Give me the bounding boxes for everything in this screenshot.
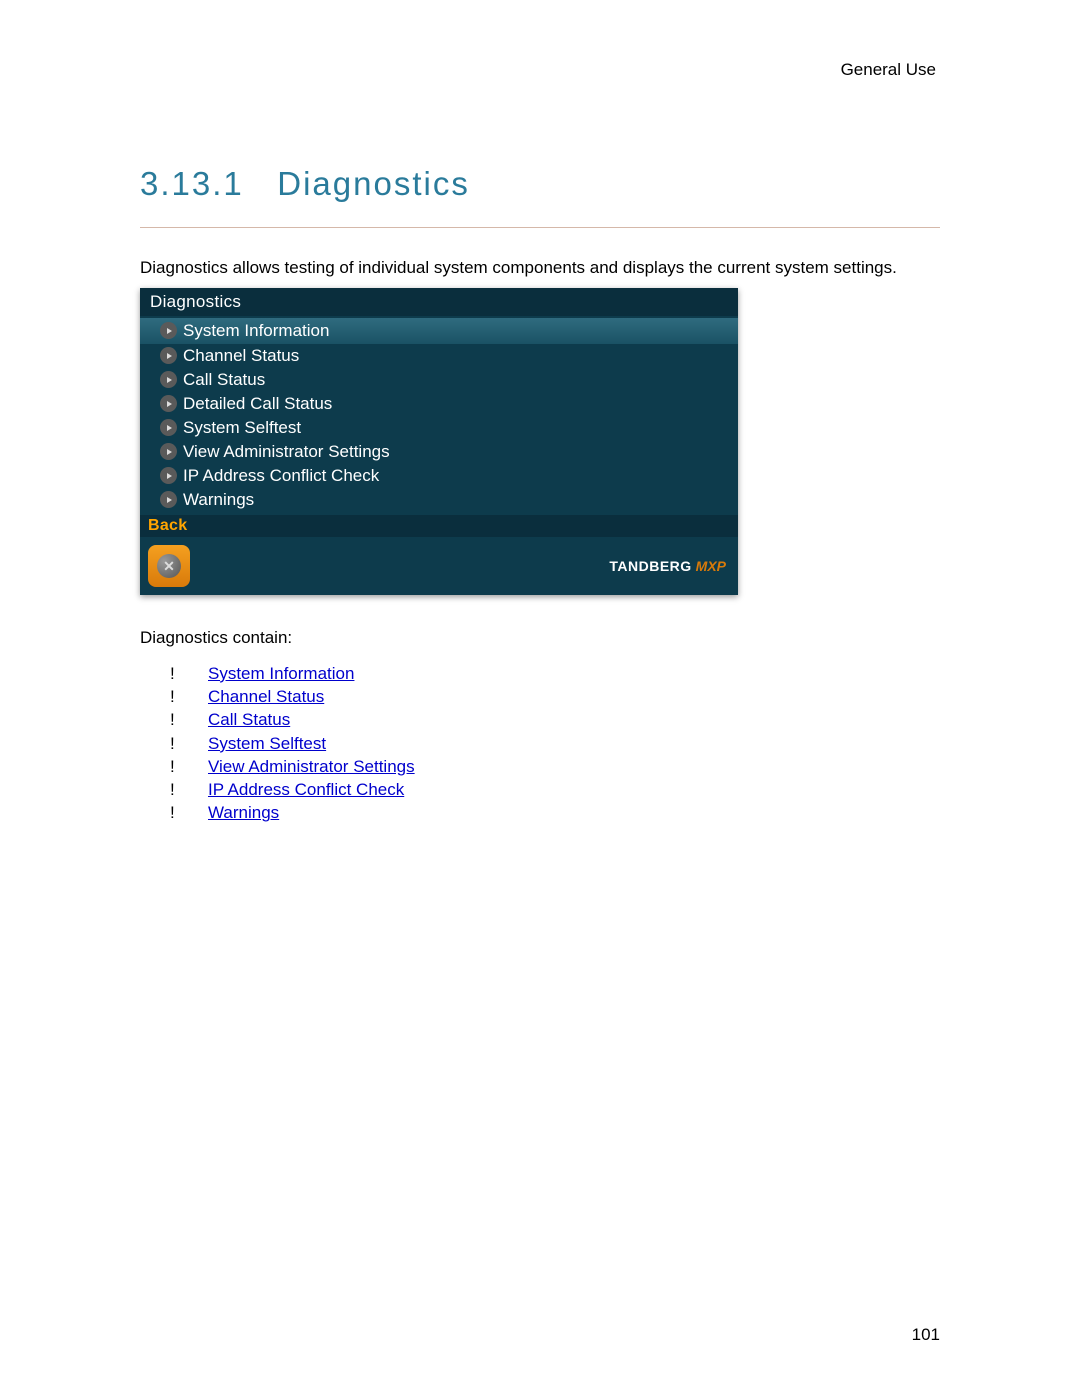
play-icon — [160, 419, 177, 436]
menu-item-call-status[interactable]: Call Status — [140, 368, 738, 392]
back-label: Back — [140, 515, 738, 537]
diagnostics-menu: System Information Channel Status Call S… — [140, 316, 738, 515]
play-icon — [160, 371, 177, 388]
list-item: ! System Selftest — [170, 732, 940, 755]
menu-item-ip-address-conflict-check[interactable]: IP Address Conflict Check — [140, 464, 738, 488]
link-warnings[interactable]: Warnings — [208, 801, 279, 824]
link-channel-status[interactable]: Channel Status — [208, 685, 324, 708]
bang-icon: ! — [170, 732, 208, 755]
list-item: ! View Administrator Settings — [170, 755, 940, 778]
link-view-administrator-settings[interactable]: View Administrator Settings — [208, 755, 415, 778]
bang-icon: ! — [170, 755, 208, 778]
link-system-selftest[interactable]: System Selftest — [208, 732, 326, 755]
bang-icon: ! — [170, 662, 208, 685]
back-button[interactable]: ✕ — [148, 545, 190, 587]
play-icon — [160, 347, 177, 364]
list-item: ! Call Status — [170, 708, 940, 731]
menu-item-label: System Selftest — [183, 418, 301, 438]
menu-item-label: System Information — [183, 321, 329, 341]
menu-item-label: IP Address Conflict Check — [183, 466, 379, 486]
list-item: ! Channel Status — [170, 685, 940, 708]
menu-item-system-information[interactable]: System Information — [140, 318, 738, 344]
menu-item-label: View Administrator Settings — [183, 442, 390, 462]
page-category: General Use — [140, 60, 940, 80]
list-item: ! IP Address Conflict Check — [170, 778, 940, 801]
diagnostics-contain-title: Diagnostics contain: — [140, 628, 940, 648]
play-icon — [160, 467, 177, 484]
logo-main-text: TANDBERG — [609, 558, 691, 574]
menu-item-warnings[interactable]: Warnings — [140, 488, 738, 512]
section-title-text: Diagnostics — [277, 165, 470, 202]
diagnostics-contain-list: ! System Information ! Channel Status ! … — [140, 662, 940, 825]
menu-item-channel-status[interactable]: Channel Status — [140, 344, 738, 368]
menu-item-system-selftest[interactable]: System Selftest — [140, 416, 738, 440]
tandberg-logo: TANDBERG MXP — [609, 558, 726, 574]
screenshot-bottom-bar: ✕ TANDBERG MXP — [140, 537, 738, 595]
section-title: 3.13.1 Diagnostics — [140, 165, 940, 203]
menu-item-label: Channel Status — [183, 346, 299, 366]
intro-paragraph: Diagnostics allows testing of individual… — [140, 256, 940, 280]
close-icon: ✕ — [157, 554, 181, 578]
play-icon — [160, 395, 177, 412]
link-call-status[interactable]: Call Status — [208, 708, 290, 731]
logo-sub-text: MXP — [696, 558, 726, 574]
play-icon — [160, 322, 177, 339]
list-item: ! System Information — [170, 662, 940, 685]
section-number: 3.13.1 — [140, 165, 244, 202]
page-number: 101 — [912, 1325, 940, 1345]
bang-icon: ! — [170, 778, 208, 801]
bang-icon: ! — [170, 801, 208, 824]
bang-icon: ! — [170, 708, 208, 731]
bang-icon: ! — [170, 685, 208, 708]
list-item: ! Warnings — [170, 801, 940, 824]
menu-item-label: Detailed Call Status — [183, 394, 332, 414]
section-divider — [140, 227, 940, 228]
menu-item-detailed-call-status[interactable]: Detailed Call Status — [140, 392, 738, 416]
menu-item-label: Call Status — [183, 370, 265, 390]
play-icon — [160, 443, 177, 460]
menu-item-view-administrator-settings[interactable]: View Administrator Settings — [140, 440, 738, 464]
link-system-information[interactable]: System Information — [208, 662, 354, 685]
play-icon — [160, 491, 177, 508]
menu-item-label: Warnings — [183, 490, 254, 510]
document-page: General Use 3.13.1 Diagnostics Diagnosti… — [0, 0, 1080, 865]
link-ip-address-conflict-check[interactable]: IP Address Conflict Check — [208, 778, 404, 801]
screenshot-title: Diagnostics — [140, 288, 738, 316]
diagnostics-screenshot: Diagnostics System Information Channel S… — [140, 288, 738, 595]
